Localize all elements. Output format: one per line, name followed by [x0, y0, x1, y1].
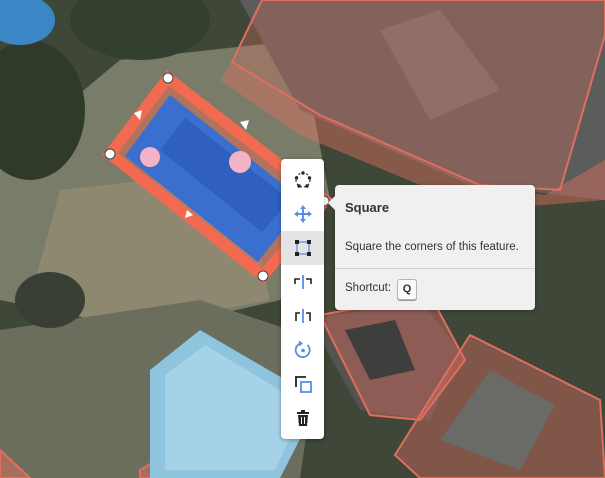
tooltip-divider [335, 268, 535, 269]
move-button[interactable] [281, 197, 324, 231]
pool-float [229, 151, 251, 173]
rotate-icon [294, 340, 311, 358]
rotate-button[interactable] [281, 333, 324, 367]
reflect-short-button[interactable] [281, 299, 324, 333]
tooltip-description: Square the corners of this feature. [345, 241, 519, 253]
extract-icon [294, 376, 312, 393]
circularize-button[interactable] [281, 163, 324, 197]
trash-icon [296, 410, 309, 426]
umbrella [15, 272, 85, 328]
move-icon [293, 205, 312, 223]
reflect-short-icon [294, 309, 311, 323]
edit-menu [281, 159, 324, 439]
tooltip: Square Square the corners of this featur… [328, 185, 535, 310]
vertex-handle[interactable] [162, 72, 174, 84]
reflect-long-icon [293, 275, 312, 289]
vertex-handle[interactable] [257, 270, 269, 282]
extract-button[interactable] [281, 367, 324, 401]
square-corners-icon [294, 240, 311, 256]
pool-float [140, 147, 160, 167]
reflect-long-button[interactable] [281, 265, 324, 299]
shortcut-label: Shortcut: [345, 282, 392, 294]
tooltip-title: Square [345, 200, 390, 215]
shortcut-key: Q [397, 279, 417, 300]
delete-button[interactable] [281, 401, 324, 435]
vertex-handle[interactable] [104, 148, 116, 160]
square-button[interactable] [281, 231, 324, 265]
circularize-icon [294, 171, 311, 188]
